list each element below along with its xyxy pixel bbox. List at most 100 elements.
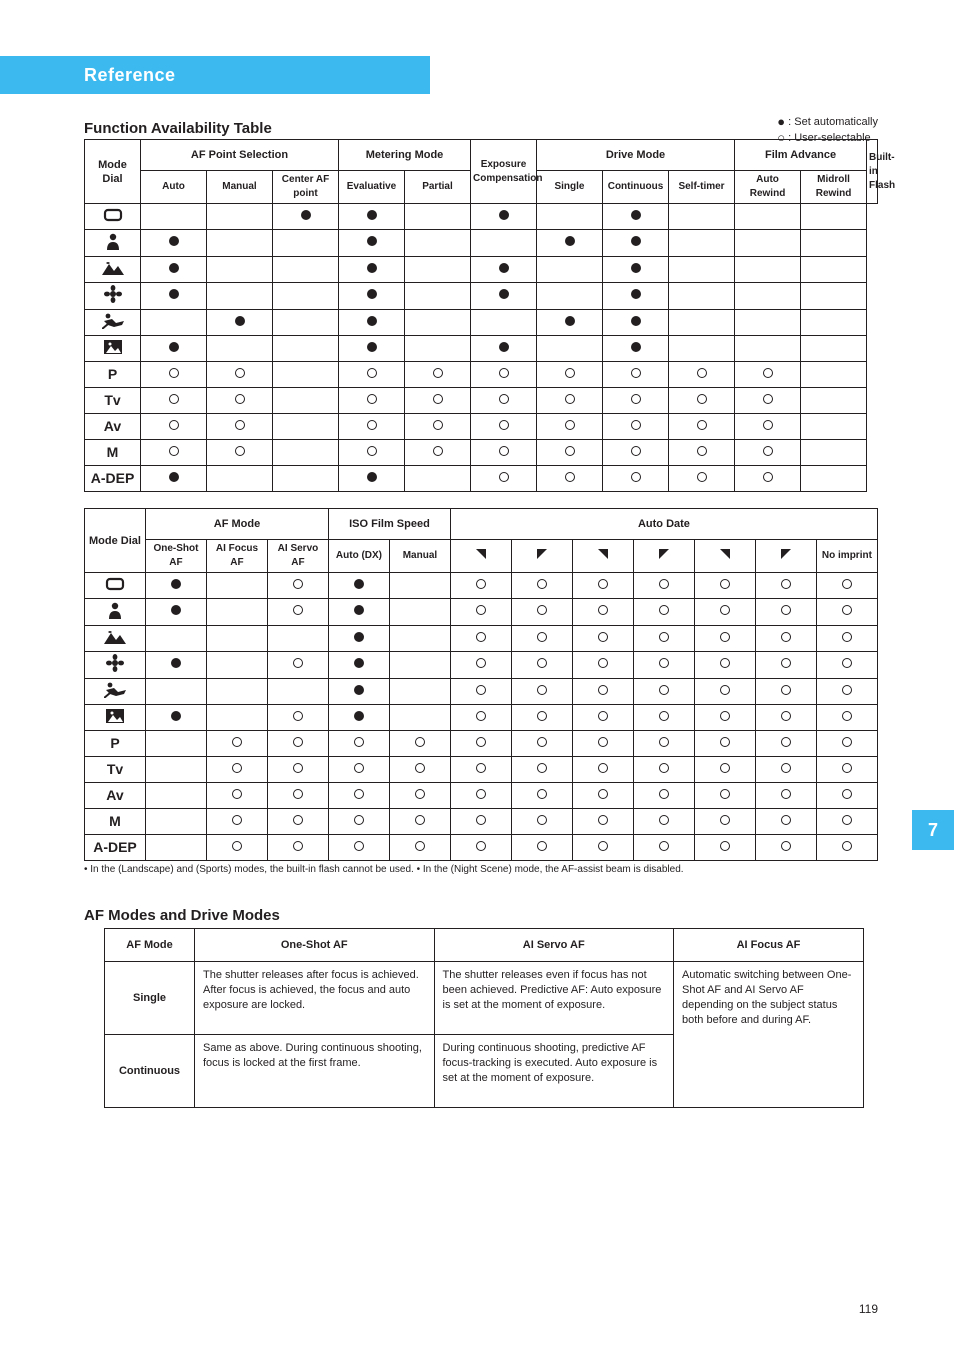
mark-cell [816,835,877,861]
mark-cell [471,466,537,492]
mark-cell [389,757,450,783]
afh-aif: AI Focus AF [674,929,864,962]
af-row1-drive: Single [105,962,195,1035]
mark-cell [603,440,669,466]
mark-cell [328,599,389,626]
legend-user: : User-selectable [788,132,871,144]
mark-cell [801,440,867,466]
mark-cell [755,626,816,652]
af-row1-one: The shutter releases after focus is achi… [195,962,435,1035]
mark-cell [339,283,405,310]
mode-cell [85,336,141,362]
mark-cell [603,283,669,310]
header2-afmode: AF Mode [145,509,328,540]
mark-cell [537,310,603,336]
mark-cell [511,573,572,599]
mark-cell [145,626,206,652]
mark-cell [273,388,339,414]
mark-cell [450,679,511,705]
mark-cell [633,679,694,705]
sub-self: Self-timer [669,171,735,204]
mark-cell [816,679,877,705]
mode-cell [85,599,146,626]
mark-cell [267,705,328,731]
mark-cell [735,466,801,492]
sub2-oneshot: One-Shot AF [145,540,206,573]
sub2-manual: Manual [389,540,450,573]
date-icon-3 [572,540,633,573]
af-row2-ai: During continuous shooting, predictive A… [434,1035,674,1108]
mark-cell [755,705,816,731]
mark-cell [471,362,537,388]
mark-cell [471,440,537,466]
page-number: 119 [859,1302,878,1316]
sub-eval: Evaluative [339,171,405,204]
mark-cell [206,835,267,861]
mark-cell [572,705,633,731]
mark-cell [694,835,755,861]
mark-cell [471,414,537,440]
header-drive: Drive Mode [537,140,735,171]
afh-one: One-Shot AF [195,929,435,962]
mark-cell [694,731,755,757]
mark-cell [389,705,450,731]
mode-cell [85,573,146,599]
mark-cell [572,809,633,835]
mark-cell [267,679,328,705]
mark-cell [694,757,755,783]
mark-cell [633,835,694,861]
mark-cell [145,599,206,626]
mark-cell [633,809,694,835]
mark-cell [801,336,867,362]
mark-cell [572,783,633,809]
mark-cell [801,362,867,388]
mark-cell [389,783,450,809]
af-row-aif: Automatic switching between One-Shot AF … [674,962,864,1108]
mark-cell [755,731,816,757]
mark-cell [207,362,273,388]
mode-cell [85,230,141,257]
mark-cell [694,599,755,626]
mark-cell [207,336,273,362]
mark-cell [572,652,633,679]
mark-cell [511,679,572,705]
mark-cell [801,283,867,310]
mark-cell [450,757,511,783]
mark-cell [471,283,537,310]
mark-cell [816,809,877,835]
mode-cell: M [85,440,141,466]
mark-cell [328,679,389,705]
mode-cell [85,626,146,652]
mode-cell [85,257,141,283]
mark-cell [207,310,273,336]
mark-cell [207,414,273,440]
mark-cell [206,809,267,835]
mark-cell [273,257,339,283]
mark-cell [267,626,328,652]
mark-cell [633,573,694,599]
mark-cell [405,257,471,283]
page-title: Function Availability Table [84,120,878,137]
mark-cell [389,599,450,626]
mark-cell [145,757,206,783]
mark-cell [633,626,694,652]
sub-center: Center AF point [273,171,339,204]
mark-cell [145,835,206,861]
sub-partial: Partial [405,171,471,204]
mode-cell: Tv [85,757,146,783]
mark-cell [405,310,471,336]
mark-cell [405,230,471,257]
mode-cell: Av [85,783,146,809]
date-icon-5 [694,540,755,573]
mark-cell [328,705,389,731]
mark-cell [511,835,572,861]
mark-cell [633,731,694,757]
mode-cell [85,679,146,705]
mode-cell [85,310,141,336]
mark-cell [141,230,207,257]
function-table-1: Mode Dial AF Point Selection Metering Mo… [84,139,878,492]
mark-cell [537,336,603,362]
mark-cell [141,310,207,336]
mark-cell [816,626,877,652]
mark-cell [603,336,669,362]
